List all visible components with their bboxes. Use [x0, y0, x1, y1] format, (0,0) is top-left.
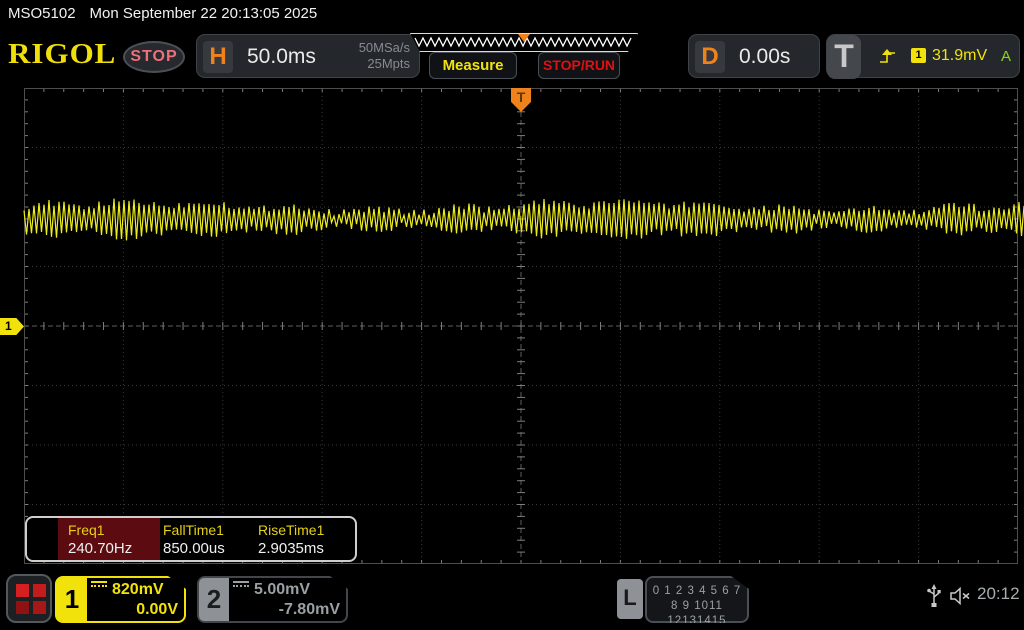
measurements-panel[interactable]: Freq1 240.70Hz FallTime1 850.00us RiseTi… [25, 516, 357, 562]
trigger-source-badge: 1 [911, 48, 926, 63]
menu-grid-icon [33, 584, 46, 597]
rigol-logo: RIGOL [8, 37, 117, 70]
model-name: MSO5102 [8, 5, 76, 22]
delay-value: 0.00s [739, 45, 791, 68]
usb-icon [927, 584, 941, 607]
measurement-label: RiseTime1 [258, 522, 325, 538]
trigger-mode-auto: A [1000, 48, 1011, 65]
dc-coupling-icon [91, 581, 107, 592]
channel2-scale: 5.00mV [254, 581, 311, 598]
measurement-label: FallTime1 [163, 522, 224, 538]
acquisition-status-badge: STOP [123, 41, 185, 73]
channel1-offset-marker[interactable]: 1 [0, 318, 24, 335]
channel1-scale: 820mV [112, 581, 164, 598]
measurement-label: Freq1 [68, 522, 105, 538]
trigger-label: T [827, 35, 861, 79]
logic-channels-row1: 0 1 2 3 4 5 6 7 [652, 585, 742, 597]
channel2-status-block[interactable]: 2 5.00mV -7.80mV [197, 576, 348, 623]
trigger-settings-block[interactable]: T 1 31.9mV A [826, 34, 1020, 79]
measurement-value: 850.00us [163, 540, 225, 557]
measure-button[interactable]: Measure [429, 52, 517, 79]
horizontal-label: H [203, 41, 233, 73]
preview-trigger-position-icon [518, 34, 530, 42]
horizontal-settings-block[interactable]: H 50.0ms 50MSa/s 25Mpts [196, 34, 420, 78]
channel1-status-block[interactable]: 1 820mV 0.00V [55, 576, 186, 623]
datetime-text: Mon September 22 20:13:05 2025 [89, 5, 318, 22]
logic-channels-block[interactable]: 0 1 2 3 4 5 6 7 8 9 1011 12131415 [645, 576, 749, 623]
menu-grid-icon [16, 601, 29, 614]
delay-settings-block[interactable]: D 0.00s [688, 34, 820, 78]
menu-grid-icon [16, 584, 29, 597]
menu-grid-icon [33, 601, 46, 614]
sample-rate: 50MSa/s [358, 40, 410, 55]
memory-depth: 25Mpts [367, 56, 410, 71]
trigger-level-value: 31.9mV [932, 47, 988, 64]
stop-run-button[interactable]: STOP/RUN [538, 52, 620, 79]
measurement-value: 240.70Hz [68, 540, 133, 557]
channel1-badge[interactable]: 1 [57, 578, 87, 621]
speaker-mute-icon[interactable] [949, 587, 973, 605]
channel2-badge[interactable]: 2 [199, 578, 229, 621]
channel2-offset: -7.80mV [278, 601, 340, 618]
logic-analyzer-badge[interactable]: L [617, 579, 643, 619]
timebase-value: 50.0ms [247, 45, 316, 68]
rising-edge-trigger-icon [880, 49, 895, 63]
title-bar: MSO5102 Mon September 22 20:13:05 2025 [8, 5, 317, 22]
dc-coupling-icon [233, 581, 249, 592]
logic-channels-row2: 8 9 1011 12131415 [667, 600, 727, 627]
function-menu-button[interactable] [6, 574, 52, 623]
delay-label: D [695, 41, 725, 73]
measurement-value: 2.9035ms [258, 540, 324, 557]
channel1-offset: 0.00V [136, 601, 178, 618]
clock: 20:12 [977, 584, 1020, 603]
graticule [23, 87, 1019, 565]
sample-rate-memdepth: 50MSa/s 25Mpts [359, 40, 410, 72]
